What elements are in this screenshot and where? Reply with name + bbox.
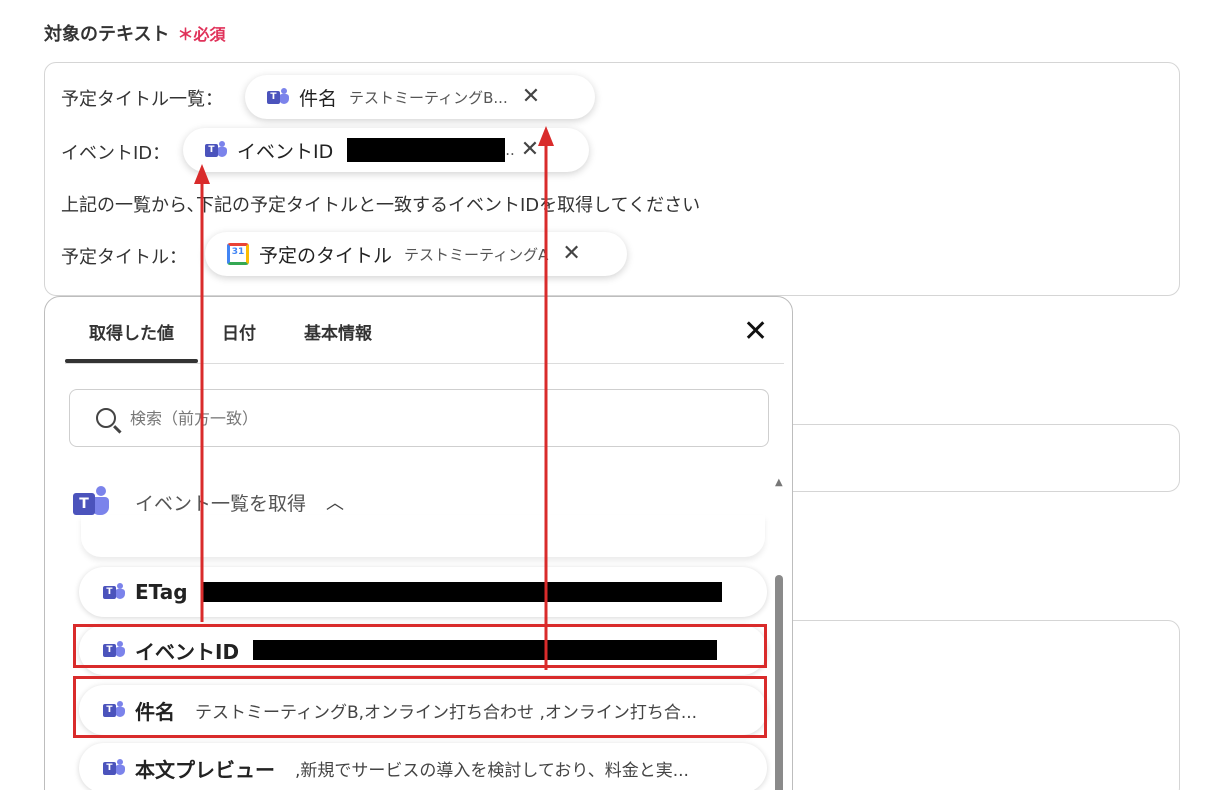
arrowhead-subject: [538, 126, 554, 146]
arrowhead-event-id: [194, 164, 210, 184]
annotation-arrows: [194, 126, 554, 670]
